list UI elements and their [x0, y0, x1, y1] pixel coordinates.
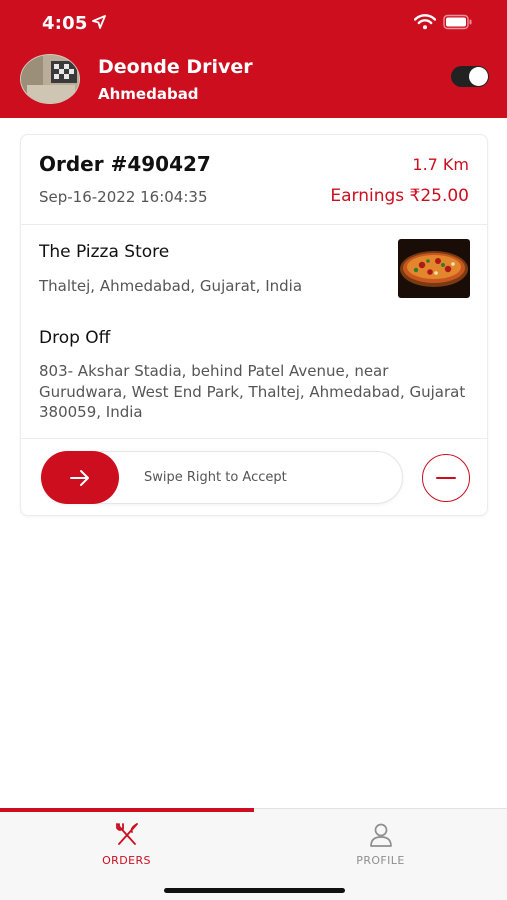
- driver-city: Ahmedabad: [98, 85, 199, 103]
- store-name: The Pizza Store: [39, 242, 170, 262]
- avatar-image: [21, 55, 79, 103]
- status-time: 4:05: [42, 13, 88, 34]
- order-card: Order #490427 1.7 Km Sep-16-2022 16:04:3…: [20, 134, 488, 516]
- home-indicator: [164, 888, 345, 893]
- app-header: 4:05 Deonde Driver Ahmedabad: [0, 0, 507, 118]
- store-address: Thaltej, Ahmedabad, Gujarat, India: [39, 277, 303, 295]
- order-date: Sep-16-2022 16:04:35: [39, 188, 208, 206]
- toggle-knob: [469, 67, 488, 86]
- order-earnings: Earnings ₹25.00: [330, 186, 469, 206]
- tab-orders[interactable]: ORDERS: [0, 809, 253, 879]
- pizza-image: [398, 239, 470, 298]
- avatar[interactable]: [20, 54, 80, 104]
- divider: [21, 224, 487, 225]
- online-toggle[interactable]: [451, 66, 489, 87]
- tab-profile-label: PROFILE: [356, 854, 405, 867]
- arrow-right-icon: [70, 469, 89, 486]
- battery-icon: [443, 14, 472, 30]
- reject-order-button[interactable]: [422, 454, 470, 502]
- drop-off-title: Drop Off: [39, 328, 111, 348]
- tab-orders-label: ORDERS: [102, 854, 151, 867]
- swipe-to-accept-slider[interactable]: Swipe Right to Accept: [41, 451, 403, 504]
- person-icon: [369, 823, 392, 847]
- minus-icon: [436, 477, 456, 479]
- divider: [21, 438, 487, 439]
- order-id: Order #490427: [39, 152, 211, 176]
- location-arrow-icon: [92, 15, 106, 29]
- status-bar: 4:05: [0, 0, 507, 46]
- swipe-handle[interactable]: [41, 451, 119, 504]
- fork-knife-icon: [115, 823, 138, 845]
- order-distance: 1.7 Km: [412, 155, 469, 174]
- wifi-icon: [414, 14, 436, 30]
- driver-name: Deonde Driver: [98, 56, 253, 78]
- drop-off-address: 803- Akshar Stadia, behind Patel Avenue,…: [39, 362, 466, 421]
- bottom-tab-bar: ORDERS PROFILE: [0, 808, 507, 900]
- tab-profile[interactable]: PROFILE: [254, 809, 507, 879]
- swipe-label: Swipe Right to Accept: [144, 470, 287, 485]
